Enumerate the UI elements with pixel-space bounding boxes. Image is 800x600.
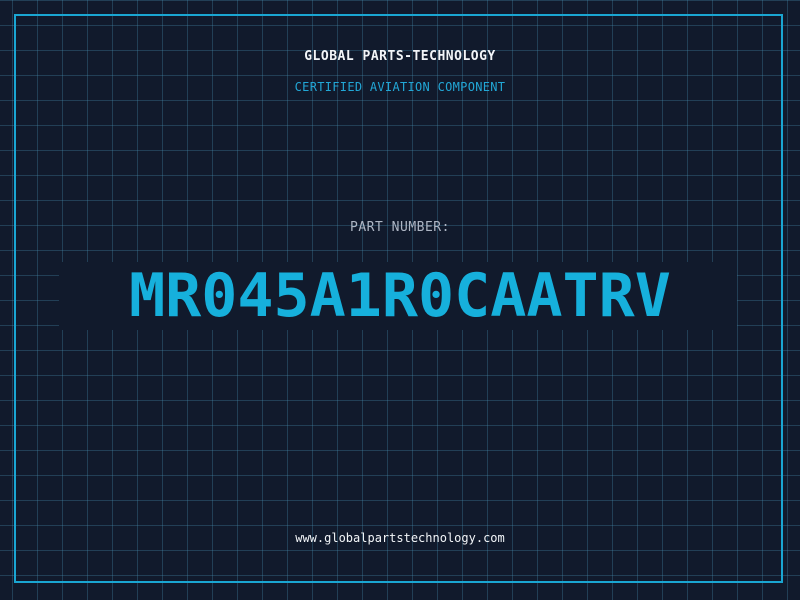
- certification-subtitle: CERTIFIED AVIATION COMPONENT: [294, 80, 506, 94]
- part-card: GLOBAL PARTS-TECHNOLOGY CERTIFIED AVIATI…: [0, 0, 800, 600]
- website-url: www.globalpartstechnology.com: [295, 531, 505, 545]
- part-number-value: MR045A1R0CAATRV: [129, 261, 671, 331]
- company-name: GLOBAL PARTS-TECHNOLOGY: [304, 49, 496, 64]
- part-number-label: PART NUMBER:: [350, 220, 450, 235]
